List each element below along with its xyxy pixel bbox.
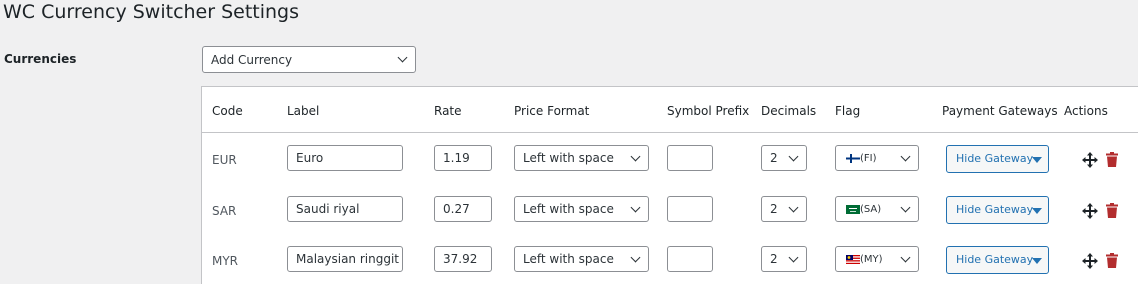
price-format-value: Left with space [523,151,614,165]
flag-value: (SA) [860,204,882,215]
chevron-down-icon [630,151,641,162]
hide-gateway-label: Hide Gateway [956,253,1034,266]
flag-select[interactable]: (MY) [835,246,919,272]
header-payment-gateways: Payment Gateways [942,104,1058,118]
decimals-value: 2 [770,202,778,216]
page-title: WC Currency Switcher Settings [3,1,300,23]
decimals-value: 2 [770,252,778,266]
move-icon[interactable] [1082,203,1098,219]
trash-icon[interactable] [1106,253,1118,268]
symbol-prefix-input[interactable] [667,246,713,272]
header-actions: Actions [1064,104,1108,118]
price-format-select[interactable]: Left with space [514,145,649,171]
caret-down-icon [1032,208,1042,214]
table-row: SAR Saudi riyal 0.27 Left with space 2 (… [202,189,1138,239]
chevron-down-icon [900,202,911,213]
symbol-prefix-input[interactable] [667,145,713,171]
decimals-select[interactable]: 2 [761,246,807,272]
label-input[interactable]: Euro [287,145,403,171]
rate-input[interactable]: 0.27 [434,196,492,222]
symbol-prefix-input[interactable] [667,196,713,222]
price-format-value: Left with space [523,252,614,266]
trash-icon[interactable] [1106,152,1118,167]
malaysia-flag-icon [846,255,860,264]
flag-value: (FI) [860,153,877,164]
price-format-value: Left with space [523,202,614,216]
hide-gateway-label: Hide Gateway [956,152,1034,165]
caret-down-icon [1032,157,1042,163]
currency-code: EUR [212,153,237,167]
hide-gateway-button[interactable]: Hide Gateway [946,196,1049,224]
header-label: Label [287,104,320,118]
currency-code: SAR [212,204,237,218]
move-icon[interactable] [1082,152,1098,168]
trash-icon[interactable] [1106,203,1118,218]
chevron-down-icon [788,252,799,263]
add-currency-value: Add Currency [211,53,293,67]
header-symbol-prefix: Symbol Prefix [667,104,750,118]
header-divider [202,132,1138,133]
header-flag: Flag [835,104,861,118]
chevron-down-icon [397,52,408,63]
flag-select[interactable]: (SA) [835,196,919,222]
header-code: Code [212,104,243,118]
rate-input[interactable]: 1.19 [434,145,492,171]
price-format-select[interactable]: Left with space [514,246,649,272]
currencies-table: Code Label Rate Price Format Symbol Pref… [201,86,1138,284]
flag-value: (MY) [860,254,883,265]
chevron-down-icon [788,151,799,162]
hide-gateway-label: Hide Gateway [956,203,1034,216]
finland-flag-icon [846,154,860,163]
chevron-down-icon [900,252,911,263]
hide-gateway-button[interactable]: Hide Gateway [946,246,1049,274]
caret-down-icon [1032,258,1042,264]
chevron-down-icon [788,202,799,213]
move-icon[interactable] [1082,253,1098,269]
decimals-select[interactable]: 2 [761,196,807,222]
label-input[interactable]: Malaysian ringgit [287,246,403,272]
table-row: MYR Malaysian ringgit 37.92 Left with sp… [202,239,1138,284]
saudi-arabia-flag-icon [846,205,860,214]
label-input[interactable]: Saudi riyal [287,196,403,222]
header-decimals: Decimals [761,104,817,118]
chevron-down-icon [630,252,641,263]
chevron-down-icon [630,202,641,213]
chevron-down-icon [900,151,911,162]
flag-select[interactable]: (FI) [835,145,919,171]
currency-code: MYR [212,254,239,268]
decimals-select[interactable]: 2 [761,145,807,171]
rate-input[interactable]: 37.92 [434,246,492,272]
decimals-value: 2 [770,151,778,165]
header-price-format: Price Format [514,104,590,118]
table-row: EUR Euro 1.19 Left with space 2 (FI) Hid… [202,138,1138,188]
price-format-select[interactable]: Left with space [514,196,649,222]
add-currency-select[interactable]: Add Currency [202,46,416,73]
header-rate: Rate [434,104,462,118]
currencies-label: Currencies [4,52,77,66]
hide-gateway-button[interactable]: Hide Gateway [946,145,1049,173]
